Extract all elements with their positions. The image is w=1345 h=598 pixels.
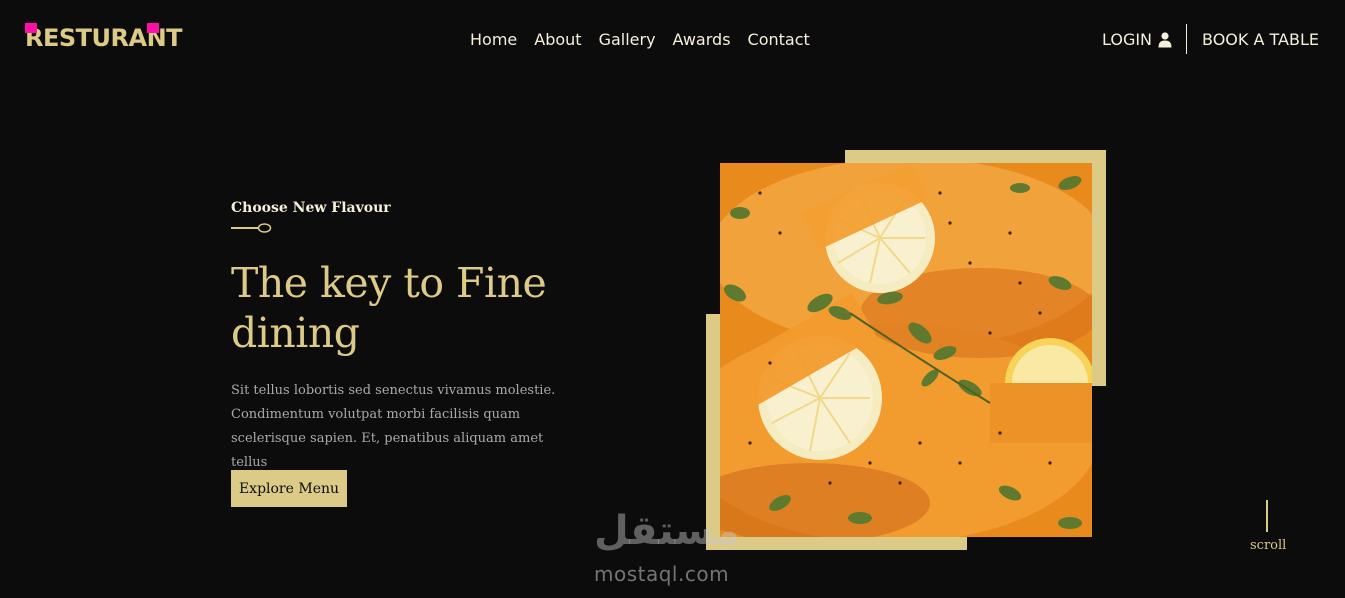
hero-subtitle: Choose New Flavour [231,200,391,216]
watermark-latin: mostaql.com [594,562,730,586]
watermark-arabic: مستقل [594,508,741,554]
hero-food-image [720,163,1092,537]
spoon-icon [231,223,272,233]
explore-menu-button[interactable]: Explore Menu [231,470,347,507]
logo-marker-left [25,23,37,33]
logo-marker-right [147,23,159,33]
login-label: LOGIN [1102,30,1153,49]
nav-awards[interactable]: Awards [673,30,731,49]
scroll-label[interactable]: scroll [1250,538,1286,553]
page: RESTURANT Home About Gallery Awards Cont… [0,0,1345,598]
nav-contact[interactable]: Contact [748,30,810,49]
scroll-line [1266,500,1268,532]
book-table-link[interactable]: BOOK A TABLE [1202,30,1319,49]
hero-description: Sit tellus lobortis sed senectus vivamus… [231,383,556,470]
nav-about[interactable]: About [534,30,581,49]
hero-headline: The key to Fine dining [231,259,547,357]
nav-gallery[interactable]: Gallery [599,30,656,49]
login-link[interactable]: LOGIN [1102,30,1172,49]
nav-home[interactable]: Home [470,30,517,49]
nav-divider [1186,24,1187,54]
user-icon [1158,31,1172,47]
main-nav: Home About Gallery Awards Contact [470,30,810,49]
